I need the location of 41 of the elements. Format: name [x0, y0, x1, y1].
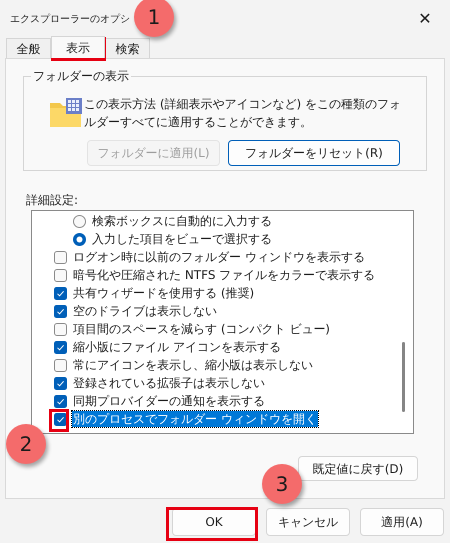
- list-item[interactable]: 同期プロバイダーの通知を表示する: [72, 393, 266, 409]
- list-item[interactable]: 別のプロセスでフォルダー ウィンドウを開く: [72, 411, 318, 427]
- checkbox[interactable]: [54, 394, 67, 408]
- checkbox[interactable]: [54, 358, 67, 372]
- description-text: この表示方法 (詳細表示やアイコンなど) をこの種類のフォルダーすべてに適用することができます。: [84, 96, 401, 131]
- list-item[interactable]: 暗号化や圧縮された NTFS ファイルをカラーで表示する: [72, 267, 376, 283]
- checkbox[interactable]: [54, 250, 67, 264]
- list-item[interactable]: 検索ボックスに自動的に入力する: [91, 213, 273, 229]
- apply-button[interactable]: 適用(A): [360, 508, 444, 536]
- section-label: 詳細設定:: [26, 192, 80, 208]
- list-item[interactable]: 登録されている拡張子は表示しない: [72, 375, 266, 391]
- list-item[interactable]: ログオン時に以前のフォルダー ウィンドウを表示する: [72, 249, 366, 265]
- tab[interactable]: 検索: [105, 38, 150, 58]
- checkbox[interactable]: [54, 340, 67, 354]
- folder-icon: [49, 97, 83, 129]
- radio-button[interactable]: [73, 214, 86, 228]
- checkbox[interactable]: [54, 412, 67, 426]
- checkbox[interactable]: [54, 286, 67, 300]
- close-button[interactable]: ✕: [410, 7, 440, 31]
- list-item[interactable]: 項目間のスペースを減らす (コンパクト ビュー): [72, 321, 331, 337]
- list-item[interactable]: 空のドライブは表示しない: [72, 303, 218, 319]
- tab[interactable]: 表示: [51, 36, 105, 58]
- list-item[interactable]: 常にアイコンを表示し、縮小版は表示しない: [72, 357, 314, 373]
- list-item[interactable]: 縮小版にファイル アイコンを表示する: [72, 339, 282, 355]
- group-title: フォルダーの表示: [31, 68, 131, 84]
- radio-button[interactable]: [73, 232, 86, 246]
- window-title: エクスプローラーのオプシ: [10, 12, 130, 26]
- ok-button[interactable]: OK: [172, 508, 256, 536]
- scrollbar-thumb[interactable]: [402, 342, 405, 412]
- cancel-button[interactable]: キャンセル: [266, 508, 350, 536]
- checkbox[interactable]: [54, 322, 67, 336]
- checkbox[interactable]: [54, 268, 67, 282]
- reset-folders-button[interactable]: フォルダーをリセット(R): [228, 140, 400, 166]
- list-item[interactable]: 共有ウィザードを使用する (推奨): [72, 285, 256, 301]
- checkbox[interactable]: [54, 376, 67, 390]
- tab[interactable]: 全般: [6, 38, 51, 58]
- restore-defaults-button[interactable]: 既定値に戻す(D): [298, 456, 418, 481]
- highlight-frame: [49, 409, 69, 432]
- step-marker: 1: [134, 0, 174, 37]
- list-item[interactable]: 入力した項目をビューで選択する: [91, 231, 273, 247]
- checkbox[interactable]: [54, 304, 67, 318]
